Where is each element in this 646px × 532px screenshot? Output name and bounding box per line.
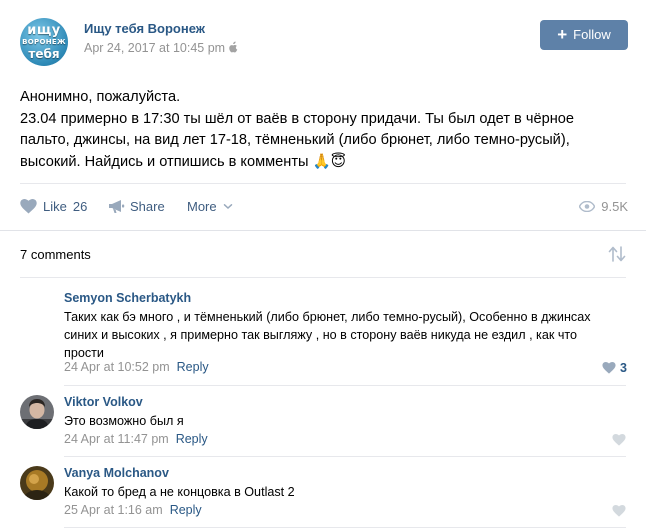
divider [64, 385, 626, 386]
eye-icon [579, 201, 596, 212]
comments-count-header: 7 comments [20, 247, 91, 262]
comment-meta: 24 Apr at 10:52 pm Reply [64, 360, 209, 374]
apple-icon [229, 41, 239, 56]
post-text-line-last: высокий. Найдись и отпишись в комменты 🙏… [20, 152, 630, 174]
reply-link[interactable]: Reply [176, 432, 208, 446]
reply-link[interactable]: Reply [177, 360, 209, 374]
comment-text-line: Это возможно был я [64, 414, 184, 428]
group-avatar[interactable]: ищу ВОРОНЕЖ тебя [20, 18, 68, 66]
post-header: ищу ВОРОНЕЖ тебя Ищу тебя Воронеж Apr 24… [20, 18, 628, 66]
divider [20, 183, 626, 184]
comment-text-line: синих и высоких , я примерно так выгляжу… [64, 328, 578, 342]
comment-text: Это возможно был я [64, 412, 184, 430]
post-date-text: Apr 24, 2017 at 10:45 pm [84, 41, 226, 55]
comment-like-count: 3 [620, 361, 627, 375]
post-text-line: пальто, джинсы, на вид лет 17-18, тёмнен… [20, 132, 570, 148]
heart-icon [612, 434, 626, 446]
comment-like-button[interactable] [612, 433, 626, 449]
comment-date[interactable]: 24 Apr at 10:52 pm [64, 360, 170, 374]
chevron-down-icon [224, 204, 233, 210]
reply-link[interactable]: Reply [170, 503, 202, 517]
avatar-text-line1: ищу [27, 23, 61, 38]
group-name-link[interactable]: Ищу тебя Воронеж [84, 21, 205, 36]
comment-date[interactable]: 25 Apr at 1:16 am [64, 503, 163, 517]
comment-item: Viktor Volkov Это возможно был я 24 Apr … [20, 395, 628, 449]
halo-emoji: 😇 [330, 153, 346, 170]
comment-author[interactable]: Semyon Scherbatykh [64, 291, 191, 305]
pray-emoji: 🙏 [312, 153, 331, 170]
post-date[interactable]: Apr 24, 2017 at 10:45 pm [84, 41, 239, 56]
avatar-text-line3: тебя [28, 47, 60, 61]
sort-icon[interactable] [608, 246, 626, 267]
like-button[interactable]: Like 26 [20, 196, 87, 218]
post-text-line: высокий. Найдись и отпишись в комменты [20, 153, 309, 170]
comment-text: Таких как бэ много , и тёмненький (либо … [64, 308, 591, 362]
views-counter: 9.5K [579, 196, 628, 218]
share-button[interactable]: Share [108, 196, 165, 218]
post-text: Анонимно, пожалуйста. 23.04 примерно в 1… [20, 87, 630, 173]
comment-text-line: Таких как бэ много , и тёмненький (либо … [64, 310, 591, 324]
like-label: Like [43, 199, 67, 214]
plus-icon: + [557, 25, 568, 44]
heart-icon [20, 199, 37, 214]
comment-date[interactable]: 24 Apr at 11:47 pm [64, 432, 169, 446]
comment-item: Semyon Scherbatykh Таких как бэ много , … [20, 291, 628, 377]
megaphone-icon [109, 200, 125, 213]
comment-author[interactable]: Vanya Molchanov [64, 466, 169, 480]
more-label: More [187, 199, 217, 214]
avatar[interactable] [20, 395, 54, 429]
like-count: 26 [72, 199, 88, 214]
section-divider [0, 230, 646, 231]
more-button[interactable]: More [187, 196, 233, 218]
views-count: 9.5K [601, 199, 628, 214]
post-text-line: Анонимно, пожалуйста. [20, 89, 181, 105]
comment-meta: 25 Apr at 1:16 am Reply [64, 503, 202, 517]
follow-button[interactable]: + Follow [540, 20, 628, 50]
comment-item: Vanya Molchanov Какой то бред а не концо… [20, 466, 628, 520]
heart-icon [612, 505, 626, 517]
avatar-text-line2: ВОРОНЕЖ [22, 38, 66, 46]
follow-label: Follow [573, 27, 611, 42]
comment-text-line: Какой то бред а не концовка в Outlast 2 [64, 485, 295, 499]
post-actions: Like 26 Share More 9.5K [20, 196, 628, 218]
divider [20, 277, 626, 278]
divider [64, 527, 626, 528]
divider [64, 456, 626, 457]
post-text-line: 23.04 примерно в 17:30 ты шёл от ваёв в … [20, 110, 574, 127]
heart-icon [602, 362, 616, 374]
comment-author[interactable]: Viktor Volkov [64, 395, 143, 409]
comment-meta: 24 Apr at 11:47 pm Reply [64, 432, 208, 446]
share-label: Share [130, 199, 165, 214]
comment-like-button[interactable] [612, 504, 626, 520]
comment-like-button[interactable]: 3 [602, 361, 627, 377]
comment-text: Какой то бред а не концовка в Outlast 2 [64, 483, 295, 501]
avatar[interactable] [20, 466, 54, 500]
